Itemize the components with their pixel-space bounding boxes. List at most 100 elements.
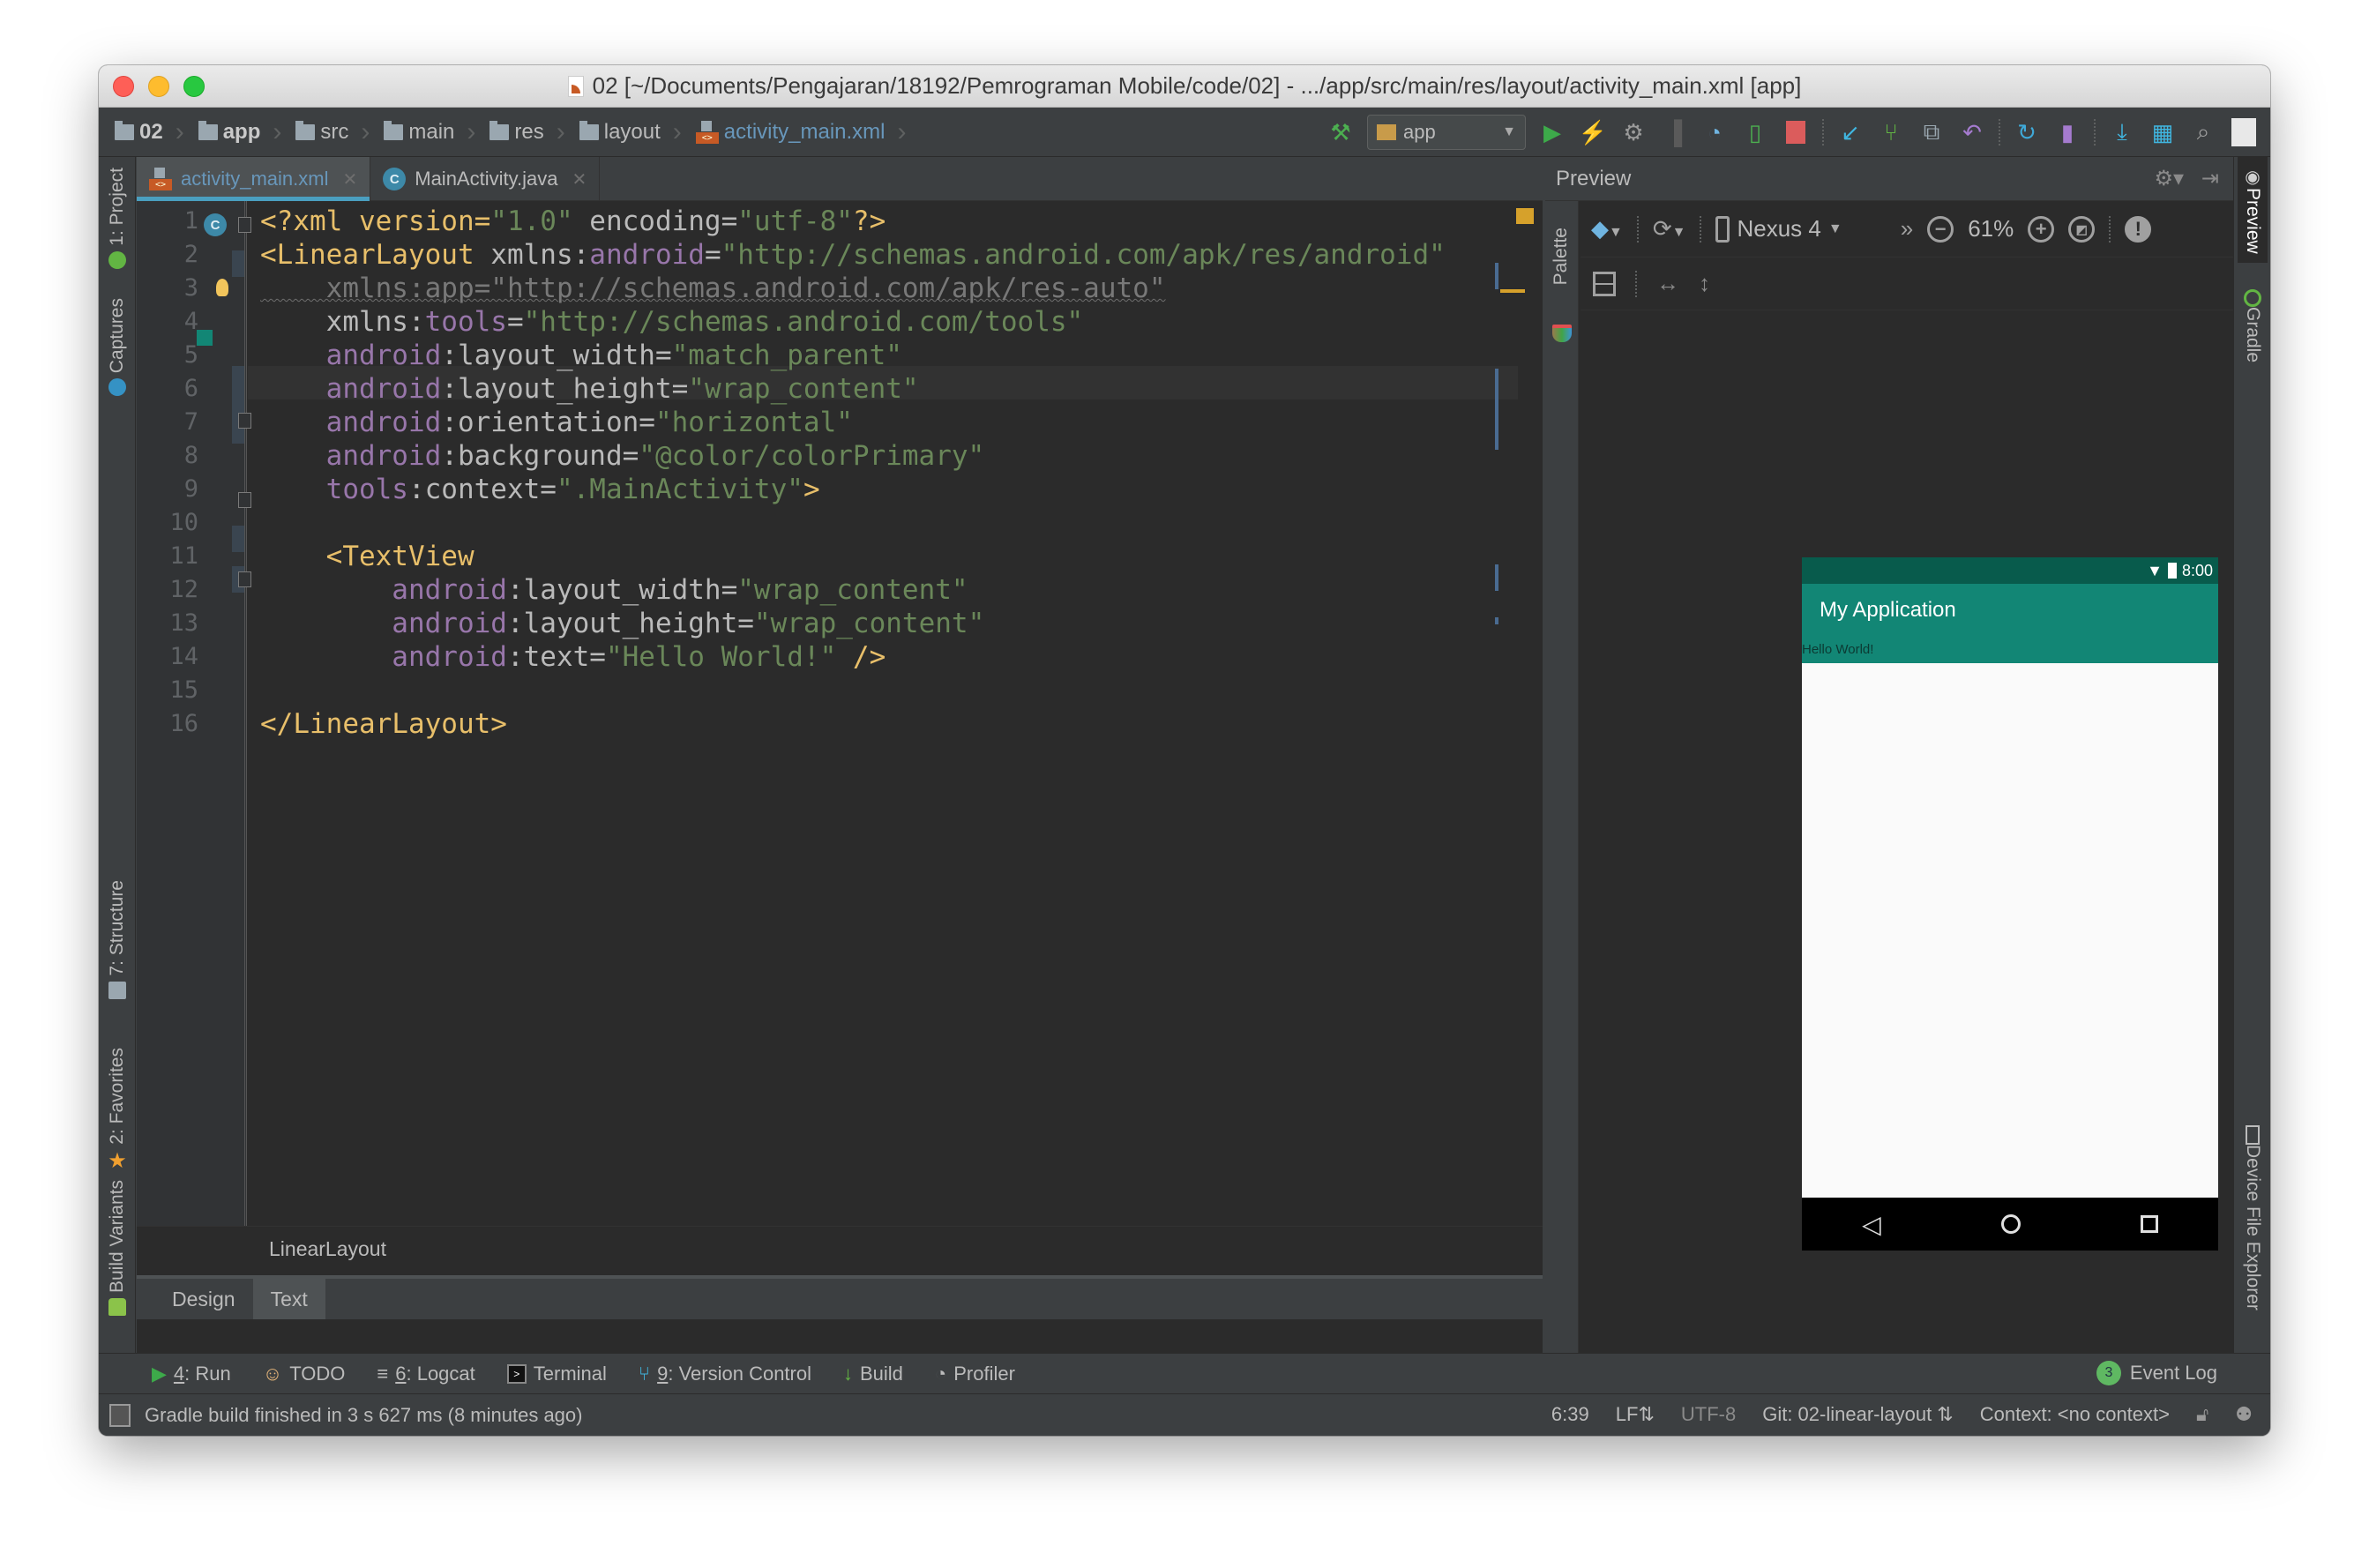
warning-icon[interactable]: ! xyxy=(2125,215,2152,243)
fold-icon[interactable] xyxy=(238,217,251,233)
tool-window-terminal[interactable]: > Terminal xyxy=(506,1363,607,1385)
device-select[interactable]: Nexus 4 ▼ xyxy=(1715,215,1842,243)
tool-window-todo[interactable]: ☺ TODO xyxy=(263,1363,346,1385)
context-selector[interactable]: Context: <no context> xyxy=(1980,1403,2170,1426)
android-module-icon xyxy=(1377,124,1396,140)
warning-marker[interactable] xyxy=(1516,208,1534,224)
vcs-revert-icon[interactable]: ↶ xyxy=(1958,118,1986,146)
chevron-down-icon: ▼ xyxy=(1827,220,1842,236)
tab-text[interactable]: Text xyxy=(252,1279,325,1319)
breadcrumb-item-main[interactable]: main xyxy=(384,117,484,147)
project-structure-icon[interactable]: ▦ xyxy=(2149,118,2177,146)
hector-icon[interactable]: ⚉ xyxy=(2235,1403,2253,1426)
run-android-debug-icon[interactable]: ▯ xyxy=(1741,118,1769,146)
avd-manager-icon[interactable]: ▮ xyxy=(2053,118,2081,146)
breadcrumb-item-app[interactable]: app xyxy=(198,117,291,147)
profile-icon[interactable]: ◔ xyxy=(1700,118,1729,146)
tool-tab-captures[interactable]: Captures xyxy=(102,298,132,397)
phone-status-time: 8:00 xyxy=(2181,561,2213,579)
zoom-to-fit-button[interactable]: ◩ xyxy=(2068,215,2096,243)
window-title: 02 [~/Documents/Pengajaran/18192/Pemrogr… xyxy=(567,72,1801,100)
orientation-icon[interactable]: ⟳▼ xyxy=(1653,215,1686,243)
gear-icon[interactable]: ⚙▾ xyxy=(2154,166,2184,191)
breadcrumb-label: 02 xyxy=(139,119,163,144)
run-icon[interactable]: ▶ xyxy=(1538,118,1566,146)
lightbulb-icon[interactable] xyxy=(216,279,228,296)
main-toolbar: ⚒ app ▼ ▶ ⚡ ⚙ ▐ ◔ ▯ ↙ ⑂ ⧉ ↶ ↻ ▮ ⤓ ▦ ⌕ xyxy=(1326,113,2258,152)
close-tab-icon[interactable]: ✕ xyxy=(342,168,357,190)
user-avatar-icon[interactable] xyxy=(2230,118,2258,146)
tool-window-run[interactable]: ▶ 4: Run xyxy=(152,1363,231,1385)
tool-window-event-log[interactable]: 3 Event Log xyxy=(2096,1361,2217,1385)
tool-tab-build-variants[interactable]: Build Variants xyxy=(102,1180,132,1317)
zoom-out-button[interactable]: − xyxy=(1927,215,1954,243)
recents-nav-icon[interactable] xyxy=(2140,1215,2158,1233)
device-preview[interactable]: ▼ 8:00 My Application Hello World! ◁ xyxy=(1802,557,2218,1251)
fold-icon[interactable] xyxy=(238,571,251,587)
breadcrumb-item-layout[interactable]: layout xyxy=(579,117,691,147)
apply-changes-icon[interactable]: ⚡ xyxy=(1579,118,1607,146)
tool-window-build[interactable]: ↓ Build xyxy=(843,1363,903,1385)
status-message[interactable]: Gradle build finished in 3 s 627 ms (8 m… xyxy=(145,1404,582,1427)
file-encoding[interactable]: UTF-8 xyxy=(1681,1403,1736,1426)
chevron-down-icon: ▼ xyxy=(1502,124,1516,139)
tool-tab-structure[interactable]: 7: Structure xyxy=(102,880,132,999)
tool-tab-device-file-explorer[interactable]: Device File Explorer xyxy=(2238,1125,2268,1310)
close-window-button[interactable] xyxy=(113,76,134,97)
tool-tab-favorites[interactable]: ★ 2: Favorites xyxy=(102,1048,132,1174)
git-branch[interactable]: Git: 02-linear-layout ⇅ xyxy=(1762,1403,1954,1426)
line-number: 6 xyxy=(183,375,198,402)
more-icon[interactable]: » xyxy=(1901,215,1913,243)
home-nav-icon[interactable] xyxy=(2000,1214,2021,1234)
sync-gradle-icon[interactable]: ↻ xyxy=(2013,118,2041,146)
attach-debugger-icon[interactable]: ▐ xyxy=(1660,118,1688,146)
caret-position[interactable]: 6:39 xyxy=(1551,1403,1589,1426)
tool-tab-gradle[interactable]: Gradle xyxy=(2238,289,2268,362)
breadcrumb-item-file[interactable]: activity_main.xml xyxy=(695,117,915,147)
vertical-expand-icon[interactable]: ↕ xyxy=(1699,270,1710,297)
code-line-11: <TextView xyxy=(260,541,475,572)
tab-design[interactable]: Design xyxy=(154,1279,253,1319)
breadcrumb-item-project[interactable]: 02 xyxy=(115,117,193,147)
sdk-manager-icon[interactable]: ⤓ xyxy=(2108,118,2136,146)
debug-icon[interactable]: ⚙ xyxy=(1619,118,1648,146)
gradle-icon xyxy=(2244,289,2261,307)
palette-tab[interactable]: Palette xyxy=(1545,201,1579,1353)
vcs-commit-icon[interactable]: ⑂ xyxy=(1877,118,1905,146)
vcs-update-icon[interactable]: ↙ xyxy=(1836,118,1865,146)
breadcrumb-item-res[interactable]: res xyxy=(489,117,573,147)
line-separator[interactable]: LF⇅ xyxy=(1616,1403,1655,1426)
code-line-5: android:layout_width="match_parent" xyxy=(260,340,902,371)
toggle-tool-windows-icon[interactable] xyxy=(109,1403,131,1427)
fold-icon[interactable] xyxy=(238,413,251,429)
design-surface-icon[interactable]: ◆▼ xyxy=(1591,215,1623,243)
tool-tab-project[interactable]: 1: Project xyxy=(102,168,132,269)
back-nav-icon[interactable]: ◁ xyxy=(1862,1210,1881,1239)
tool-window-logcat[interactable]: ≡ 6: Logcat xyxy=(377,1363,475,1385)
fold-icon[interactable] xyxy=(238,492,251,508)
horizontal-expand-icon[interactable]: ↔ xyxy=(1656,270,1679,297)
search-everywhere-icon[interactable]: ⌕ xyxy=(2189,118,2217,146)
minimize-window-button[interactable] xyxy=(148,76,169,97)
xml-breadcrumb-item[interactable]: LinearLayout xyxy=(269,1237,386,1261)
tool-window-version-control[interactable]: ⑂ 9: Version Control xyxy=(639,1363,811,1385)
run-configuration-select[interactable]: app ▼ xyxy=(1367,115,1526,150)
phone-hello-textview[interactable]: Hello World! xyxy=(1802,637,2218,663)
run-icon: ▶ xyxy=(152,1362,167,1385)
close-tab-icon[interactable]: ✕ xyxy=(572,168,587,190)
make-project-icon[interactable]: ⚒ xyxy=(1326,118,1355,146)
tab-main-activity-java[interactable]: C MainActivity.java ✕ xyxy=(370,157,601,201)
hide-panel-icon[interactable]: ⇥ xyxy=(2201,166,2219,191)
zoom-in-button[interactable]: + xyxy=(2028,215,2055,243)
tab-activity-main-xml[interactable]: activity_main.xml ✕ xyxy=(137,157,371,201)
color-swatch-icon[interactable] xyxy=(197,330,213,346)
vcs-history-icon[interactable]: ⧉ xyxy=(1917,118,1946,146)
maximize-window-button[interactable] xyxy=(183,76,205,97)
tool-tab-preview[interactable]: ◉ Preview xyxy=(2238,157,2268,263)
activity-class-icon[interactable]: C xyxy=(204,213,227,236)
breadcrumb-item-src[interactable]: src xyxy=(295,117,378,147)
tool-window-profiler[interactable]: ◔ Profiler xyxy=(935,1363,1015,1385)
layout-rows-icon[interactable] xyxy=(1593,271,1616,296)
stop-icon[interactable] xyxy=(1782,118,1810,146)
lock-icon[interactable]: 🔓︎ xyxy=(2196,1403,2208,1426)
